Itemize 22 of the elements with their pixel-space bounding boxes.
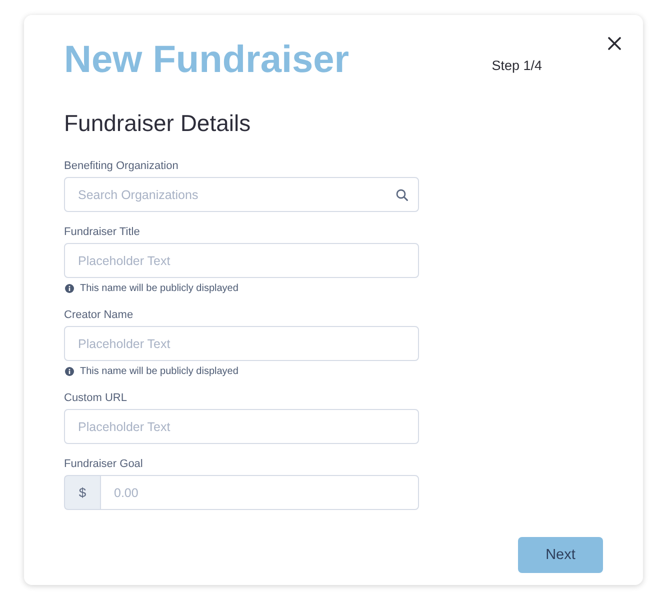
text-field[interactable]: Placeholder Text [64,409,419,444]
search-field[interactable]: Search Organizations [64,177,419,212]
dialog-title: New Fundraiser [64,38,350,83]
field-label: Fundraiser Goal [64,457,144,471]
info-icon [65,367,74,376]
info-icon [65,284,74,293]
field-label: Custom URL [64,391,128,405]
hint-text: This name will be publicly displayed [80,365,238,378]
field-label: Fundraiser Title [64,225,141,239]
close-icon [608,37,621,50]
currency-prefix: $ [64,475,100,510]
text-field[interactable]: Placeholder Text [64,243,419,278]
field-label: Benefiting Organization [64,159,180,173]
hint-text: This name will be publicly displayed [80,282,238,295]
step-indicator: Step 1/4 [492,58,542,74]
next-button[interactable]: Next [518,537,603,573]
section-heading: Fundraiser Details [64,109,252,137]
close-button[interactable] [608,37,621,50]
text-field[interactable]: Placeholder Text [64,326,419,361]
field-label: Creator Name [64,308,134,322]
amount-field[interactable]: 0.00 [100,475,419,510]
search-icon [396,189,408,201]
